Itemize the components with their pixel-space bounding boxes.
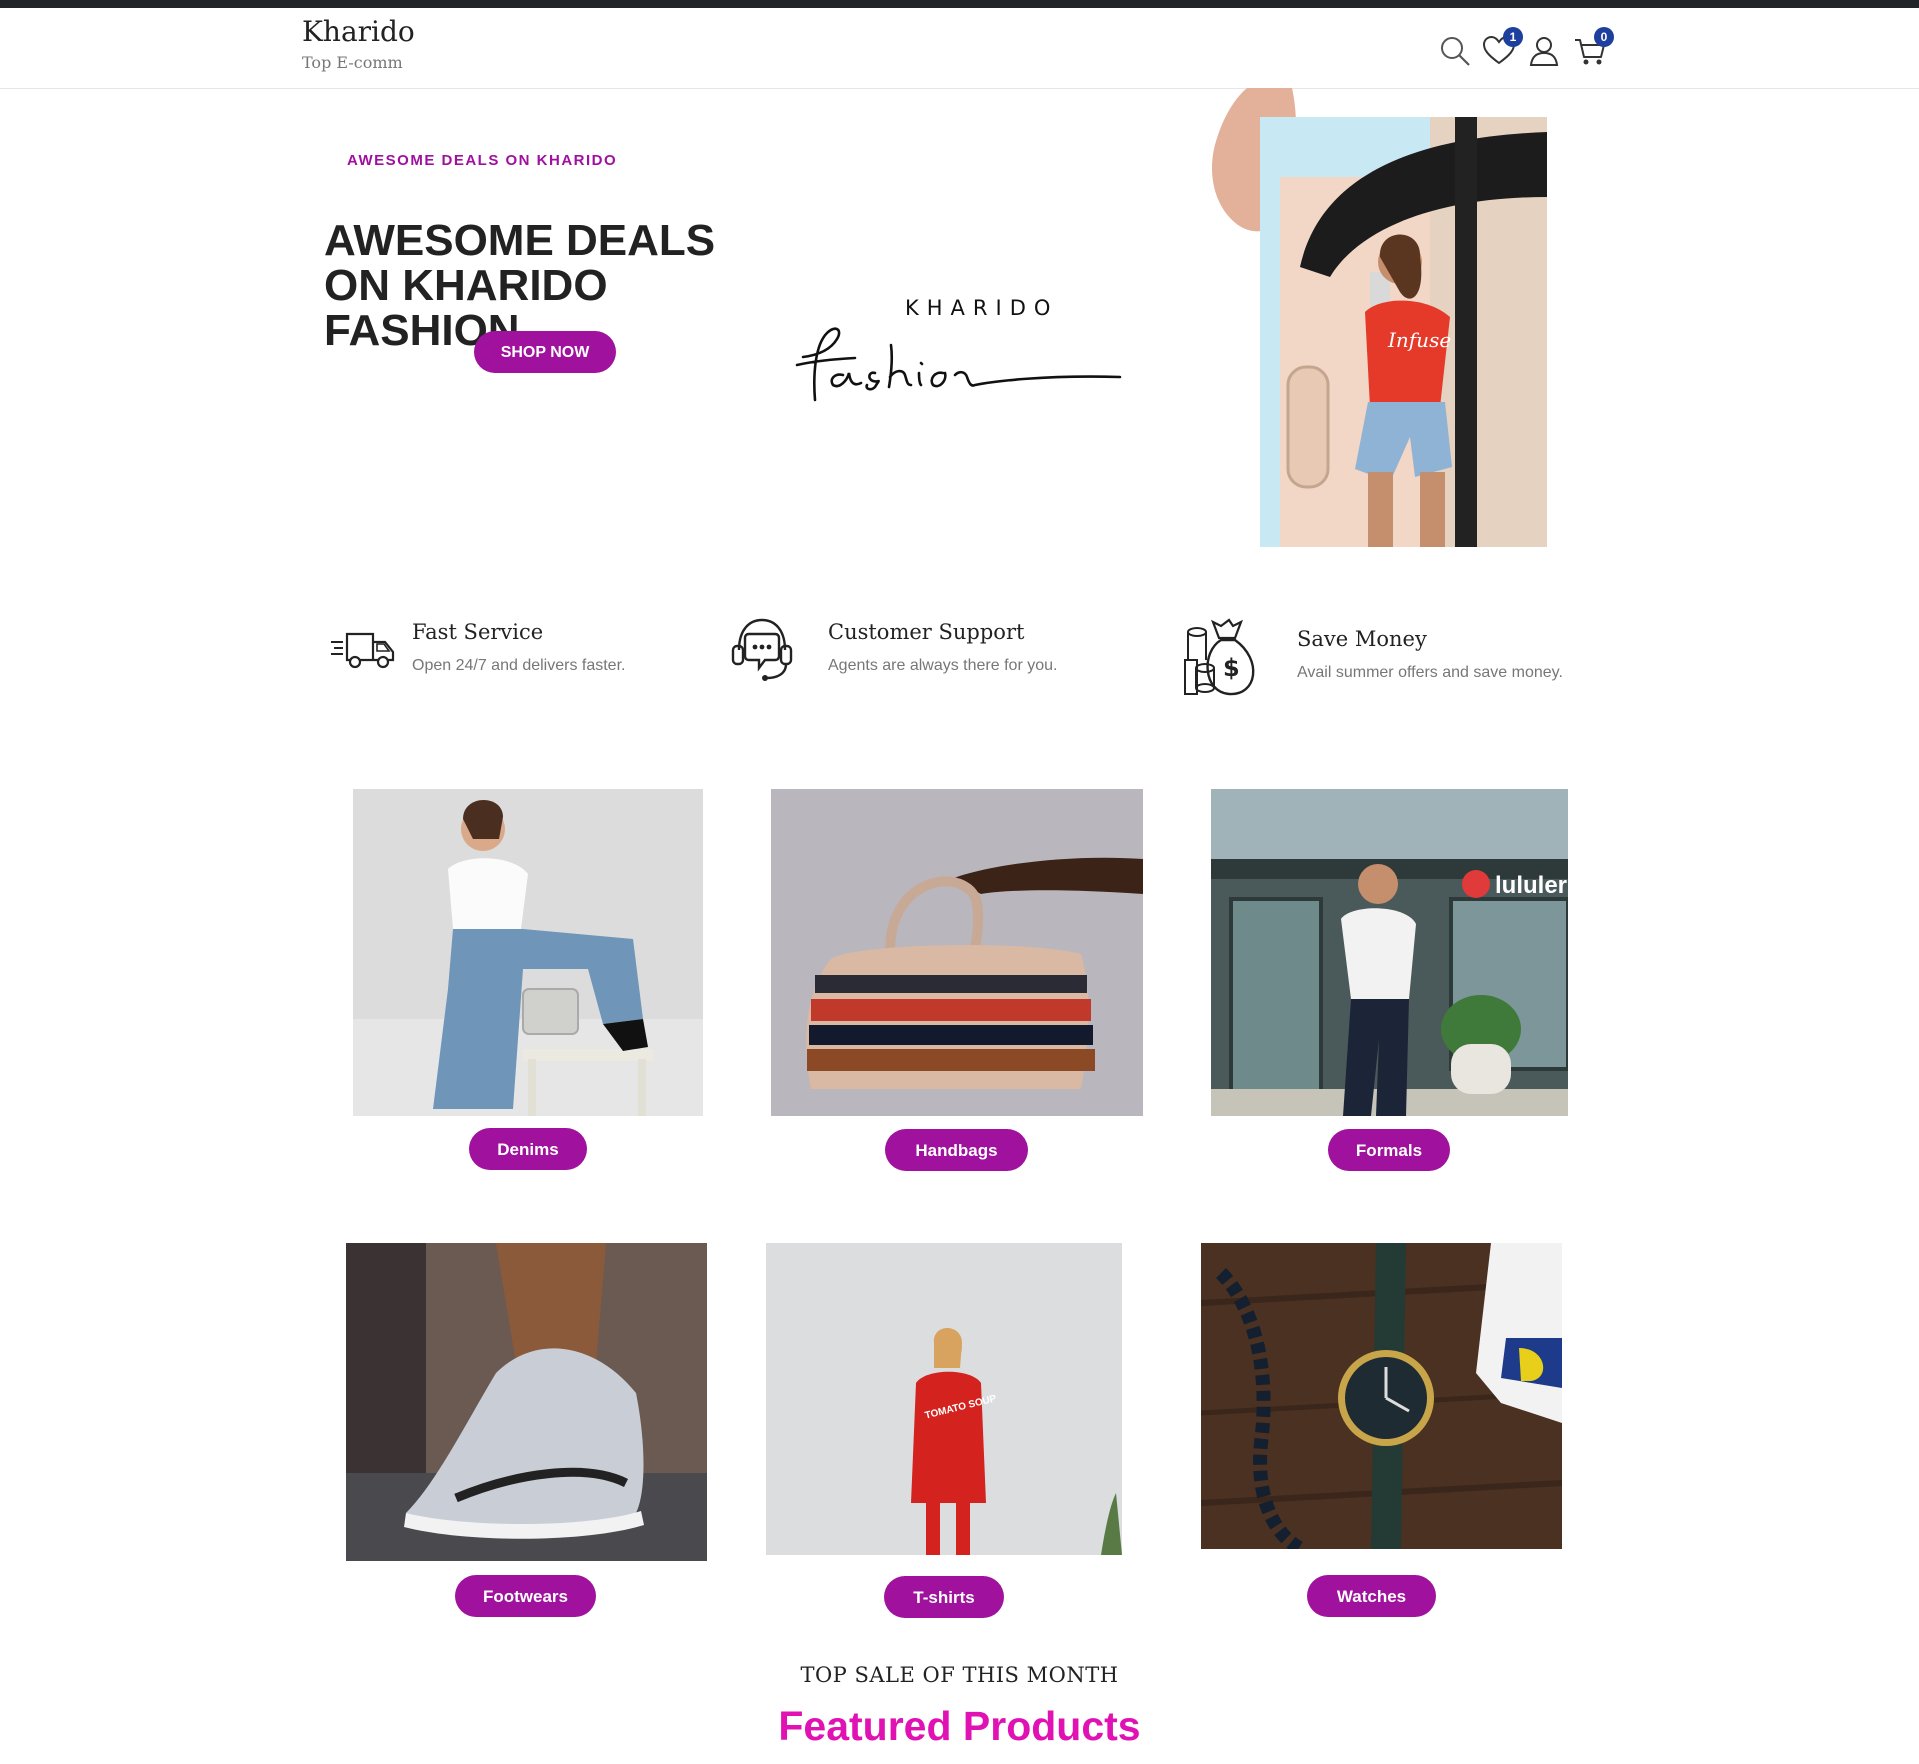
wishlist-count-badge: 1	[1503, 27, 1523, 47]
handbags-category-button[interactable]: Handbags	[885, 1129, 1028, 1171]
search-icon[interactable]	[1438, 34, 1472, 68]
featured-subtitle: TOP SALE OF THIS MONTH	[800, 1663, 1119, 1687]
cart-icon[interactable]: 0	[1573, 27, 1614, 68]
feature-description: Avail summer offers and save money.	[1297, 664, 1563, 681]
user-account-icon[interactable]	[1527, 34, 1561, 68]
denims-category-image[interactable]	[353, 789, 703, 1116]
browser-top-strip	[0, 0, 1919, 8]
wishlist-heart-icon[interactable]: 1	[1482, 27, 1523, 68]
watches-category-image[interactable]	[1201, 1243, 1562, 1549]
cart-count-badge: 0	[1594, 27, 1614, 47]
formals-category-image[interactable]: lululer	[1211, 789, 1568, 1116]
store-sign-text: lululer	[1495, 872, 1567, 899]
featured-products-title: Featured Products	[778, 1703, 1141, 1749]
money-bag-icon: $	[1183, 616, 1265, 698]
brand-title[interactable]: Kharido	[302, 15, 415, 48]
delivery-truck-icon	[329, 628, 395, 672]
feature-title: Save Money	[1297, 627, 1427, 651]
hero-model-photo: Infuse	[1260, 117, 1547, 547]
formals-category-button[interactable]: Formals	[1328, 1129, 1450, 1171]
footwears-category-image[interactable]	[346, 1243, 707, 1561]
tshirts-category-image[interactable]: TOMATO SOUP	[766, 1243, 1122, 1555]
svg-text:$: $	[1223, 654, 1240, 682]
handbags-category-image[interactable]	[771, 789, 1143, 1116]
site-header: Kharido Top E-comm 1 0	[0, 8, 1919, 89]
watches-category-button[interactable]: Watches	[1307, 1575, 1436, 1617]
feature-title: Customer Support	[828, 620, 1025, 644]
headset-chat-icon	[729, 616, 795, 682]
shirt-print-text: Infuse	[1387, 328, 1451, 352]
denims-category-button[interactable]: Denims	[469, 1128, 587, 1170]
feature-title: Fast Service	[412, 620, 544, 644]
fashion-script-logo	[795, 315, 1125, 405]
hero-kicker: AWESOME DEALS ON KHARIDO	[347, 152, 618, 169]
feature-description: Agents are always there for you.	[828, 657, 1058, 674]
tshirts-category-button[interactable]: T-shirts	[884, 1576, 1004, 1618]
shop-now-button[interactable]: SHOP NOW	[474, 331, 616, 373]
footwears-category-button[interactable]: Footwears	[455, 1575, 596, 1617]
brand-subtitle: Top E-comm	[302, 53, 403, 72]
feature-description: Open 24/7 and delivers faster.	[412, 657, 626, 674]
